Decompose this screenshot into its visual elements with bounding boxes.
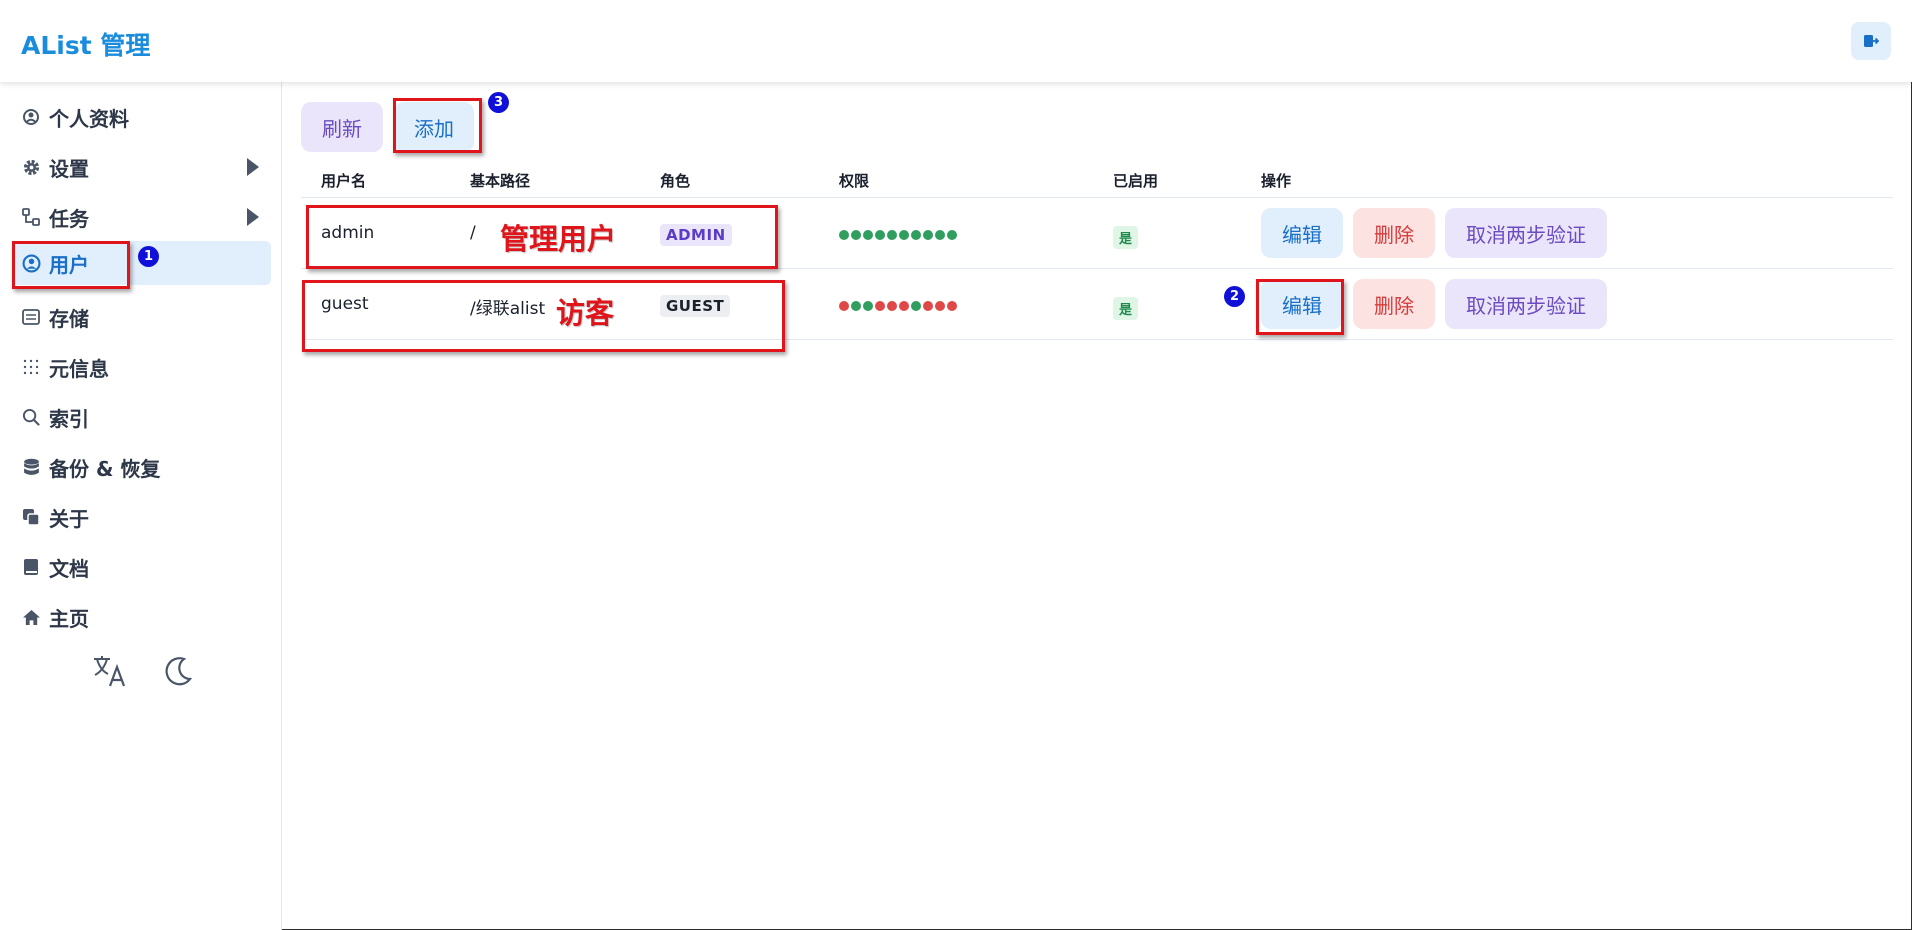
enabled-badge: 是 (1113, 226, 1139, 249)
permission-dot (923, 230, 933, 240)
annotation-marker-3: 3 (488, 92, 509, 113)
sidebar-item-label: 任务 (49, 206, 89, 231)
gear-icon (21, 157, 41, 177)
enabled-badge: 是 (1113, 297, 1139, 320)
refresh-button[interactable]: 刷新 (301, 102, 383, 152)
column-header-permissions: 权限 (839, 172, 870, 190)
sidebar-item-about[interactable]: 关于 (12, 495, 271, 539)
column-header-actions: 操作 (1261, 172, 1292, 190)
sidebar-item-label: 元信息 (49, 356, 109, 381)
permission-dots (839, 230, 957, 240)
home-icon (21, 607, 41, 627)
translate-icon[interactable] (92, 654, 128, 692)
cancel-2fa-button[interactable]: 取消两步验证 (1445, 279, 1607, 329)
annotation-label-guest: 访客 (556, 296, 615, 330)
annotation-box-add (393, 98, 482, 153)
sidebar-item-label: 关于 (49, 506, 89, 531)
delete-button[interactable]: 删除 (1353, 279, 1435, 329)
permission-dot (947, 301, 957, 311)
sidebar-item-label: 文档 (49, 556, 89, 581)
permission-dot (875, 230, 885, 240)
logout-button[interactable] (1851, 22, 1891, 60)
top-header: AList 管理 (0, 0, 1912, 82)
annotation-box-guest-edit (1256, 279, 1344, 335)
sidebar-item-storage[interactable]: 存储 (12, 295, 271, 339)
permission-dot (887, 301, 897, 311)
sidebar-item-label: 设置 (49, 156, 89, 181)
delete-button[interactable]: 删除 (1353, 208, 1435, 258)
edit-button[interactable]: 编辑 (1261, 208, 1343, 258)
column-header-role: 角色 (660, 172, 691, 190)
meta-icon (21, 357, 41, 377)
sidebar-item-label: 索引 (49, 406, 89, 431)
sidebar-item-label: 主页 (49, 606, 89, 631)
permission-dot (899, 301, 909, 311)
permission-dot (947, 230, 957, 240)
permission-dot (875, 301, 885, 311)
sidebar-tools (92, 654, 194, 692)
sidebar-item-backup[interactable]: 备份 & 恢复 (12, 445, 271, 489)
sidebar-item-profile[interactable]: 个人资料 (12, 95, 271, 139)
permission-dot (899, 230, 909, 240)
sidebar-item-tasks[interactable]: 任务 (12, 195, 271, 239)
search-icon (21, 407, 41, 427)
cancel-2fa-button[interactable]: 取消两步验证 (1445, 208, 1607, 258)
permission-dot (923, 301, 933, 311)
storage-icon (21, 307, 41, 327)
permission-dot (839, 230, 849, 240)
tasks-icon (21, 207, 41, 227)
annotation-label-admin: 管理用户 (500, 222, 617, 256)
permission-dot (863, 230, 873, 240)
copy-icon (21, 507, 41, 527)
permission-dot (911, 230, 921, 240)
permission-dot (911, 301, 921, 311)
permission-dot (863, 301, 873, 311)
sidebar-item-docs[interactable]: 文档 (12, 545, 271, 589)
sidebar-item-label: 个人资料 (49, 106, 129, 131)
moon-icon[interactable] (162, 655, 194, 691)
logout-icon (1864, 35, 1879, 47)
book-icon (21, 557, 41, 577)
chevron-right-icon[interactable] (247, 158, 259, 176)
permission-dot (935, 301, 945, 311)
annotation-marker-1: 1 (138, 246, 159, 267)
permission-dot (839, 301, 849, 311)
permission-dot (851, 230, 861, 240)
permission-dots (839, 301, 957, 311)
sidebar-item-label: 存储 (49, 306, 89, 331)
annotation-box-guest-row (302, 280, 785, 352)
permission-dot (851, 301, 861, 311)
sidebar-item-label: 备份 & 恢复 (49, 456, 161, 481)
permission-dot (935, 230, 945, 240)
sidebar-item-home[interactable]: 主页 (12, 595, 271, 639)
annotation-marker-2: 2 (1224, 286, 1245, 307)
sidebar: 个人资料 设置 任务 用户 存储 元信息 索引 备份 & 恢复 关于 文档 主页 (0, 82, 282, 930)
sidebar-item-meta[interactable]: 元信息 (12, 345, 271, 389)
annotation-box-users (12, 241, 130, 289)
app-title[interactable]: AList 管理 (21, 26, 150, 62)
column-header-enabled: 已启用 (1113, 172, 1159, 190)
table-header (301, 170, 1893, 198)
permission-dot (887, 230, 897, 240)
column-header-base-path: 基本路径 (470, 172, 531, 190)
database-icon (21, 457, 41, 477)
column-header-username: 用户名 (321, 172, 367, 190)
sidebar-item-settings[interactable]: 设置 (12, 145, 271, 189)
chevron-right-icon[interactable] (247, 208, 259, 226)
sidebar-item-index[interactable]: 索引 (12, 395, 271, 439)
profile-icon (21, 107, 41, 127)
